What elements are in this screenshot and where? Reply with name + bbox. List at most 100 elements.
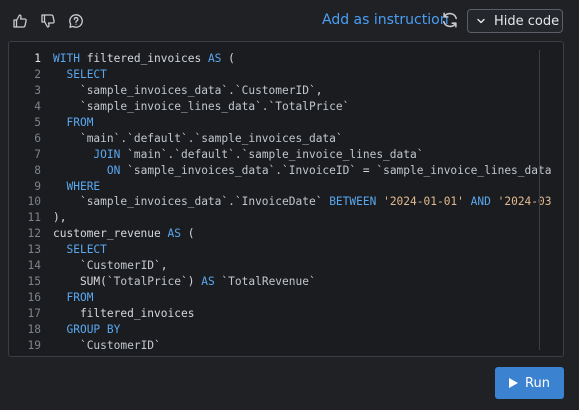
code-token: WHERE	[66, 179, 101, 193]
code-token: `sample_invoices_data`.`CustomerID`	[79, 83, 316, 97]
code-text: SELECT	[53, 67, 106, 83]
code-text: `CustomerID`	[53, 338, 161, 354]
code-text: SELECT	[53, 242, 107, 258]
code-token: `main`.`default`.`sample_invoice_lines_d…	[127, 147, 424, 161]
code-line: 10 `sample_invoices_data`.`InvoiceDate` …	[9, 194, 552, 210]
code-token: `main`.`default`.`sample_invoices_data`	[79, 131, 343, 145]
line-number: 3	[34, 83, 41, 97]
hide-code-label: Hide code	[494, 13, 560, 29]
code-token: `CustomerID`	[79, 259, 161, 273]
code-line: 6 `main`.`default`.`sample_invoices_data…	[9, 131, 552, 147]
code-editor[interactable]: 1 WITH filtered_invoices AS (2 SELECT 3 `s…	[8, 41, 564, 357]
code-token: FROM	[66, 291, 94, 305]
line-number: 11	[27, 211, 41, 225]
chevron-down-icon	[477, 18, 485, 24]
comment-question-icon[interactable]	[66, 11, 86, 31]
code-line: 14 `CustomerID`,	[9, 258, 552, 274]
code-token: ,	[160, 259, 168, 273]
line-number: 5	[34, 115, 41, 129]
code-line: 8 ON `sample_invoices_data`.`InvoiceID` …	[9, 163, 552, 179]
add-as-instruction-link[interactable]: Add as instruction	[322, 12, 449, 28]
line-number: 9	[34, 179, 41, 193]
code-token: )	[187, 275, 202, 289]
code-line: 3 `sample_invoices_data`.`CustomerID`,	[9, 83, 552, 99]
code-token: filtered_invoices	[53, 307, 195, 320]
code-text: `sample_invoice_lines_data`.`TotalPrice`	[53, 99, 349, 115]
line-number: 13	[27, 243, 41, 257]
hide-code-button[interactable]: Hide code	[467, 9, 563, 33]
code-text: `sample_invoices_data`.`CustomerID`,	[53, 83, 323, 99]
code-token: ),	[53, 211, 67, 225]
code-line: 11),	[9, 210, 552, 226]
code-token: ON	[106, 163, 128, 177]
code-line: 5 FROM	[9, 115, 552, 131]
code-line: 7 JOIN `main`.`default`.`sample_invoice_…	[9, 147, 552, 163]
code-token: `TotalPrice`	[106, 275, 188, 289]
code-line: 2 SELECT	[9, 67, 552, 83]
code-line: 13 SELECT	[9, 242, 552, 258]
code-token: (	[221, 52, 235, 65]
code-token: '2024-01-01'	[383, 195, 464, 209]
line-number: 17	[27, 307, 41, 320]
refresh-icon[interactable]	[441, 11, 461, 31]
code-token: ,	[315, 83, 323, 97]
code-token: `sample_invoice_lines_data	[376, 163, 552, 177]
code-token: BETWEEN	[329, 195, 384, 209]
code-token: AND	[470, 195, 498, 209]
code-token: SUM(	[53, 275, 107, 289]
code-token: `sample_invoices_data`.`InvoiceID`	[127, 163, 357, 177]
code-token: (	[181, 227, 195, 241]
line-number: 14	[27, 259, 41, 273]
thumbs-down-icon[interactable]	[38, 11, 58, 31]
line-number: 8	[34, 163, 41, 177]
toolbar: Add as instruction Hide code	[0, 0, 579, 42]
code-text: `main`.`default`.`sample_invoices_data`	[53, 131, 343, 147]
code-token: SELECT	[66, 243, 107, 257]
code-text: JOIN `main`.`default`.`sample_invoice_li…	[53, 147, 423, 163]
code-line: 1 WITH filtered_invoices AS (	[9, 51, 552, 67]
code-text: filtered_invoices	[53, 306, 195, 322]
code-token: customer_revenue	[53, 227, 168, 241]
code-token: `TotalRevenue`	[221, 275, 316, 289]
run-label: Run	[525, 375, 550, 391]
run-button[interactable]: Run	[495, 367, 564, 399]
line-number: 15	[27, 275, 41, 289]
code-text: GROUP BY	[53, 322, 120, 338]
code-token: =	[356, 163, 377, 177]
line-number: 4	[34, 99, 41, 113]
code-text: FROM	[53, 290, 93, 306]
code-line: 12 customer_revenue AS (	[9, 226, 552, 242]
code-token: WITH	[53, 52, 87, 65]
code-line: 4 `sample_invoice_lines_data`.`TotalPric…	[9, 99, 552, 115]
code-text: ),	[53, 210, 66, 226]
thumbs-up-icon[interactable]	[10, 11, 30, 31]
code-text: `sample_invoices_data`.`InvoiceDate` BET…	[53, 194, 552, 210]
code-text: WHERE	[53, 179, 100, 195]
code-token: `sample_invoices_data`.`InvoiceDate`	[79, 195, 323, 209]
line-number: 7	[34, 147, 41, 161]
code-token: AS	[167, 227, 181, 241]
line-number: 16	[27, 291, 41, 305]
code-token: filtered_invoices	[86, 52, 208, 65]
code-token: JOIN	[93, 147, 128, 161]
code-text: WITH filtered_invoices AS (	[53, 51, 235, 67]
code-token: GROUP BY	[66, 322, 121, 336]
code-text: customer_revenue AS (	[53, 226, 194, 242]
editor-scrollbar[interactable]	[539, 50, 554, 350]
code-line: 19 `CustomerID`	[9, 338, 552, 354]
code-token: AS	[207, 52, 222, 65]
code-text: SUM(`TotalPrice`) AS `TotalRevenue`	[53, 274, 316, 290]
